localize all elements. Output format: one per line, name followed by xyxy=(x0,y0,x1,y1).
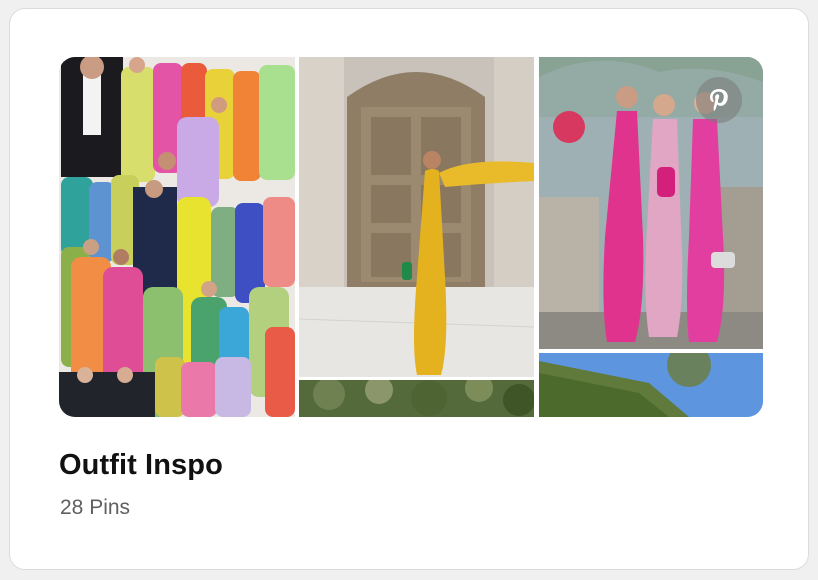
tile-bridesmaids-collage xyxy=(59,57,295,417)
board-card[interactable]: Outfit Inspo 28 Pins xyxy=(9,8,809,570)
tile-tree-canopy xyxy=(299,380,534,417)
tile-hedge-sky xyxy=(539,353,763,417)
board-title[interactable]: Outfit Inspo xyxy=(59,449,223,482)
tile-yellow-gown-door xyxy=(299,57,534,377)
board-cover-collage[interactable] xyxy=(59,57,763,417)
pinterest-logo-icon[interactable] xyxy=(696,77,742,123)
pin-count: 28 Pins xyxy=(60,496,131,519)
